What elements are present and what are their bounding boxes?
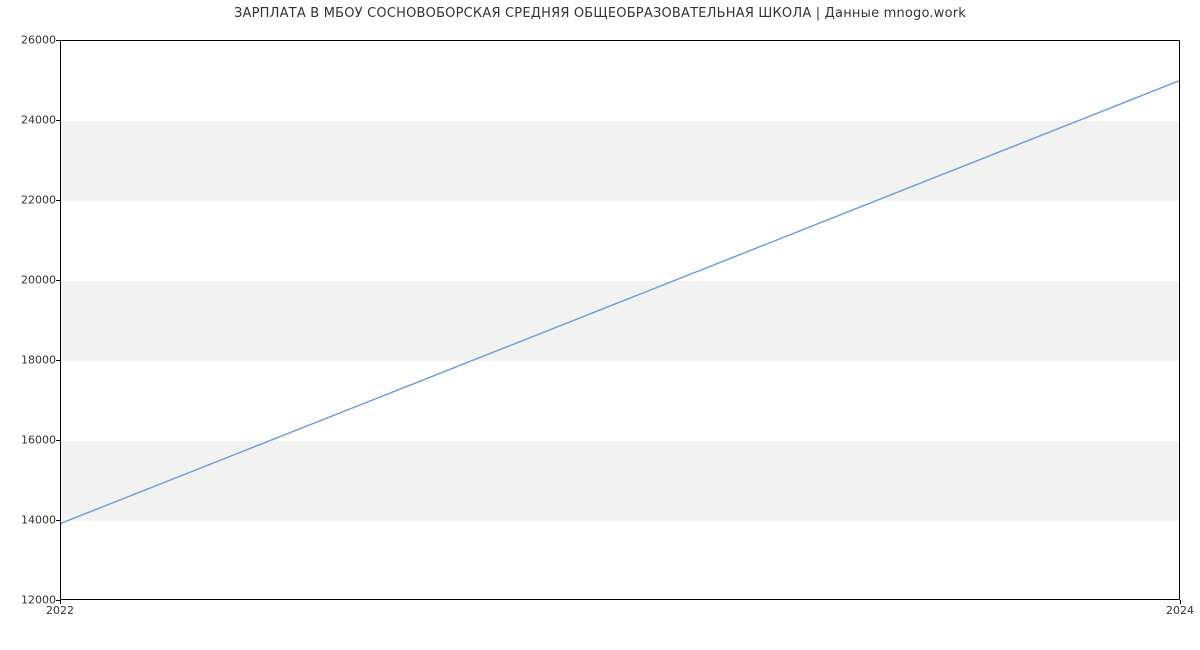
y-tick-mark (56, 440, 60, 441)
x-tick-label: 2024 (1166, 604, 1194, 617)
chart-title: ЗАРПЛАТА В МБОУ СОСНОВОБОРСКАЯ СРЕДНЯЯ О… (0, 6, 1200, 21)
y-tick-label: 20000 (6, 274, 56, 287)
y-tick-label: 26000 (6, 34, 56, 47)
y-tick-label: 24000 (6, 114, 56, 127)
series-line (61, 81, 1179, 523)
y-tick-label: 22000 (6, 194, 56, 207)
y-tick-label: 16000 (6, 434, 56, 447)
y-tick-mark (56, 40, 60, 41)
y-tick-mark (56, 200, 60, 201)
y-tick-mark (56, 120, 60, 121)
y-tick-mark (56, 360, 60, 361)
y-tick-label: 18000 (6, 354, 56, 367)
x-tick-label: 2022 (46, 604, 74, 617)
y-tick-mark (56, 520, 60, 521)
line-series (61, 41, 1179, 599)
x-tick-mark (1180, 600, 1181, 604)
salary-line-chart: ЗАРПЛАТА В МБОУ СОСНОВОБОРСКАЯ СРЕДНЯЯ О… (0, 0, 1200, 650)
y-tick-mark (56, 280, 60, 281)
x-tick-mark (60, 600, 61, 604)
y-tick-label: 14000 (6, 514, 56, 527)
plot-area (60, 40, 1180, 600)
